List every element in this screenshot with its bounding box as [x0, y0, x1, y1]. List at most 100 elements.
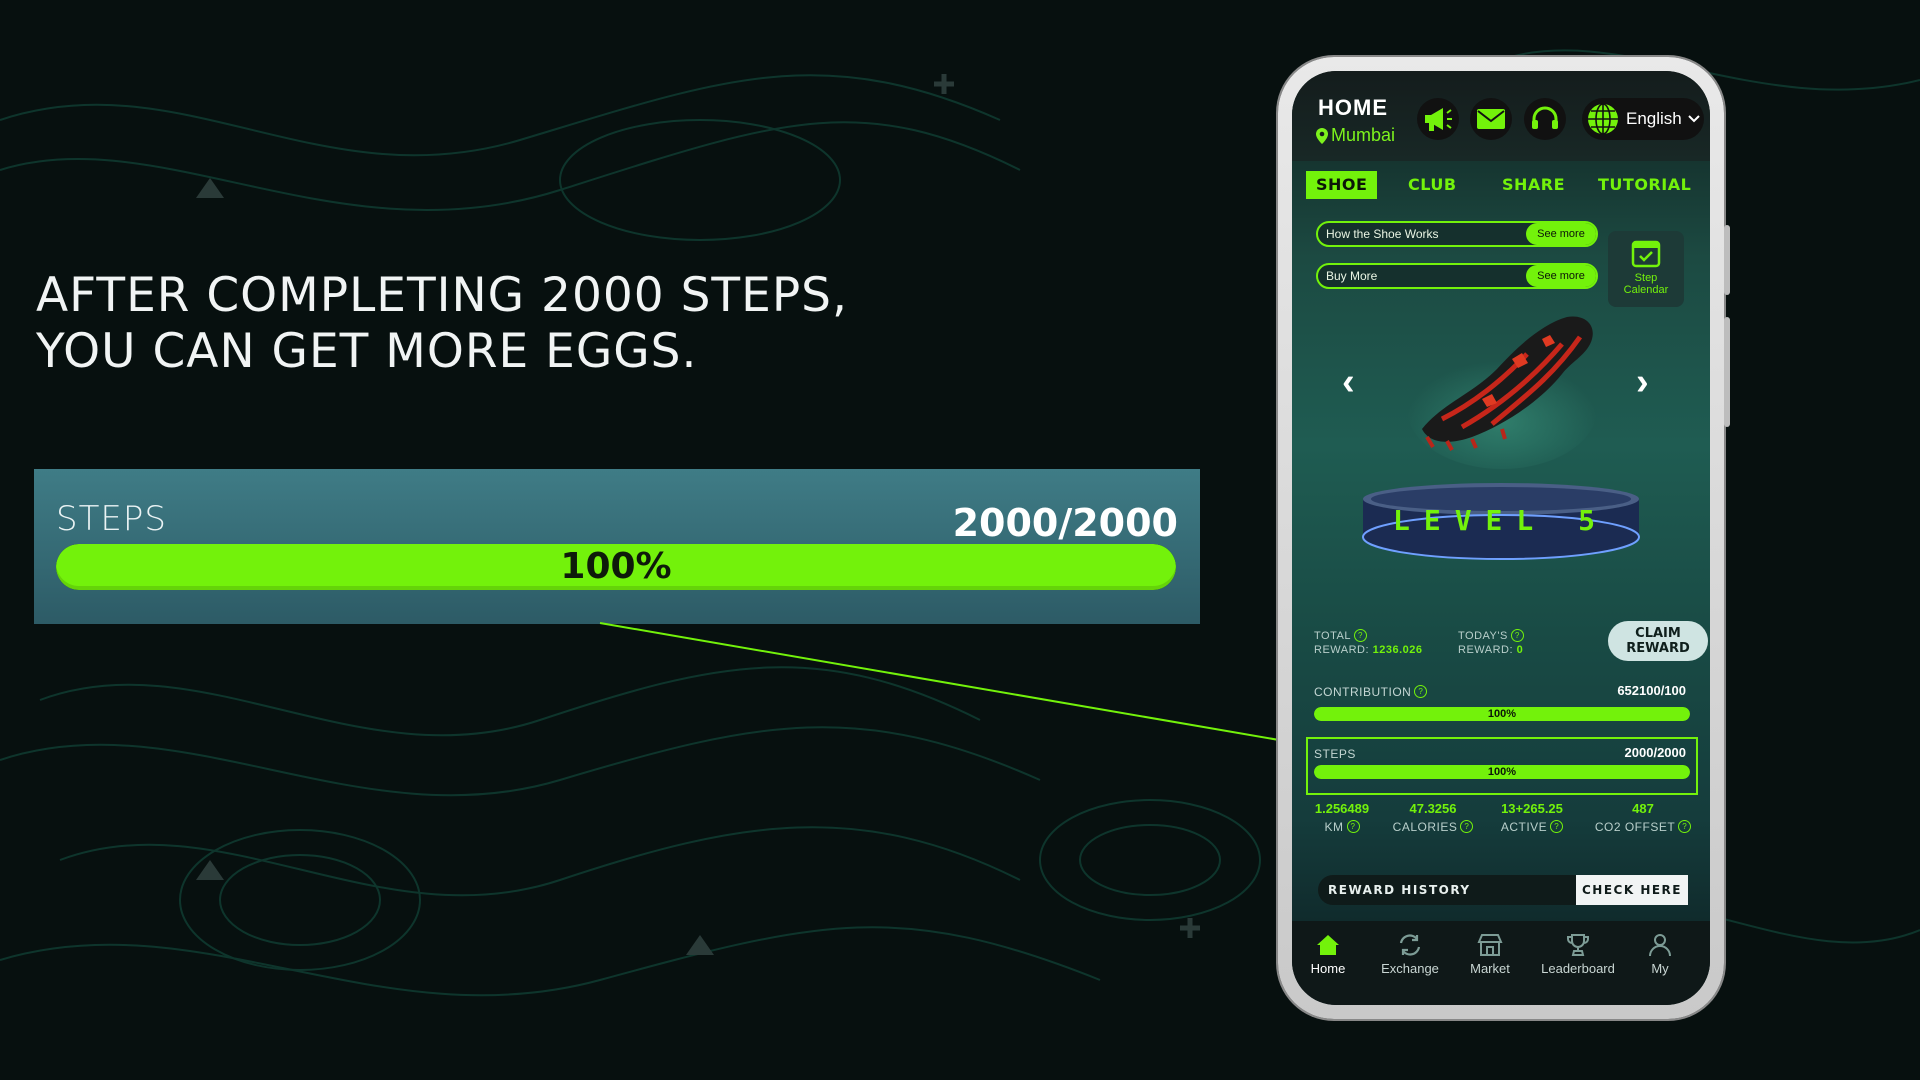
tab-share[interactable]: SHARE	[1502, 171, 1565, 199]
reward-history-bar: REWARD HISTORY CHECK HERE	[1318, 875, 1688, 905]
exchange-icon	[1399, 934, 1421, 956]
todays-reward-value: 0	[1516, 644, 1524, 656]
total-reward-value: 1236.026	[1372, 644, 1423, 656]
phone-power-button	[1724, 317, 1730, 427]
help-icon[interactable]: ?	[1414, 685, 1428, 698]
nav-exchange[interactable]: Exchange	[1370, 933, 1450, 976]
buy-more-row[interactable]: Buy More See more	[1316, 263, 1598, 289]
claim-label-1: CLAIM	[1635, 626, 1681, 641]
todays-reward-label-1: TODAY'S	[1458, 630, 1508, 642]
steps-zoom-panel: STEPS 2000/2000 100%	[34, 469, 1200, 624]
help-icon[interactable]: ?	[1346, 820, 1360, 833]
steps-progress-bar: 100%	[56, 544, 1176, 590]
tab-tutorial[interactable]: TUTORIAL	[1598, 171, 1691, 199]
metric-km-value: 1.256489	[1314, 801, 1370, 816]
metric-active-value: 13+265.25	[1501, 801, 1563, 816]
metric-calories-label: CALORIES	[1392, 820, 1458, 834]
nav-my-label: My	[1651, 961, 1669, 976]
claim-reward-button[interactable]: CLAIM REWARD	[1608, 621, 1708, 661]
phone-volume-button	[1724, 225, 1730, 295]
see-more-button[interactable]: See more	[1526, 223, 1596, 245]
metric-calories: 47.3256 CALORIES?	[1378, 801, 1488, 834]
todays-reward: TODAY'S? REWARD: 0	[1458, 629, 1524, 657]
app-header: HOME Mumbai English	[1292, 71, 1710, 161]
check-here-button[interactable]: CHECK HERE	[1576, 875, 1688, 905]
messages-button[interactable]	[1470, 98, 1512, 140]
phone-screen: HOME Mumbai English SHOE CLUB SHARE TUTO…	[1292, 71, 1710, 1005]
step-calendar-button[interactable]: Step Calendar	[1608, 231, 1684, 307]
nav-home[interactable]: Home	[1292, 933, 1368, 976]
contribution-label-text: CONTRIBUTION	[1314, 685, 1412, 699]
steps-value: 2000/2000	[952, 501, 1178, 545]
headline: AFTER COMPLETING 2000 STEPS, YOU CAN GET…	[36, 268, 848, 380]
steps-progress-percent: 100%	[560, 546, 672, 587]
reward-history-label: REWARD HISTORY	[1328, 883, 1471, 897]
language-label: English	[1626, 109, 1682, 128]
tab-club[interactable]: CLUB	[1408, 171, 1457, 199]
language-selector[interactable]: English	[1582, 98, 1704, 140]
contribution-label: CONTRIBUTION?	[1314, 685, 1428, 699]
how-shoe-works-row[interactable]: How the Shoe Works See more	[1316, 221, 1598, 247]
steps-progress-bar-small: 100%	[1314, 765, 1690, 779]
contribution-progress-bar: 100%	[1314, 707, 1690, 721]
tab-shoe[interactable]: SHOE	[1306, 171, 1378, 199]
market-icon	[1477, 934, 1503, 956]
help-icon[interactable]: ?	[1550, 820, 1564, 833]
total-reward: TOTAL? REWARD: 1236.026	[1314, 629, 1423, 657]
metric-km: 1.256489 KM?	[1302, 801, 1382, 834]
location-pin-icon	[1316, 127, 1328, 144]
steps-value-small: 2000/2000	[1624, 745, 1686, 760]
mail-icon	[1477, 109, 1505, 129]
metric-active: 13+265.25 ACTIVE?	[1482, 801, 1582, 834]
page-title: HOME	[1318, 95, 1388, 120]
help-icon[interactable]: ?	[1678, 820, 1692, 833]
headline-line-1: AFTER COMPLETING 2000 STEPS,	[36, 268, 848, 323]
chevron-left-icon[interactable]: ‹	[1342, 361, 1355, 404]
metric-co2-value: 487	[1632, 801, 1654, 816]
contribution-percent: 100%	[1487, 708, 1517, 720]
help-icon[interactable]: ?	[1353, 629, 1367, 642]
headset-icon	[1532, 106, 1558, 129]
metric-calories-value: 47.3256	[1409, 801, 1457, 816]
see-more-button[interactable]: See more	[1526, 265, 1596, 287]
metric-km-label: KM	[1324, 820, 1344, 834]
nav-my[interactable]: My	[1620, 933, 1700, 976]
nav-home-label: Home	[1310, 961, 1346, 976]
globe-icon	[1588, 103, 1618, 135]
how-shoe-works-label: How the Shoe Works	[1326, 227, 1439, 241]
nav-leaderboard[interactable]: Leaderboard	[1530, 933, 1626, 976]
todays-reward-label-2: REWARD:	[1458, 644, 1514, 656]
nav-exchange-label: Exchange	[1381, 961, 1439, 976]
steps-label-small: STEPS	[1314, 747, 1356, 761]
location-name: Mumbai	[1331, 125, 1396, 145]
tab-bar: SHOE CLUB SHARE TUTORIAL	[1292, 167, 1710, 201]
nav-leaderboard-label: Leaderboard	[1541, 961, 1615, 976]
calendar-label-2: Calendar	[1623, 284, 1669, 296]
home-icon	[1317, 935, 1339, 955]
phone-mockup: HOME Mumbai English SHOE CLUB SHARE TUTO…	[1278, 57, 1730, 1019]
nav-market-label: Market	[1470, 961, 1510, 976]
calendar-label-1: Step	[1634, 272, 1658, 284]
help-icon[interactable]: ?	[1510, 629, 1524, 642]
nav-market[interactable]: Market	[1450, 933, 1530, 976]
user-icon	[1649, 934, 1671, 957]
headline-line-2: YOU CAN GET MORE EGGS.	[36, 324, 698, 379]
total-reward-label-2: REWARD:	[1314, 644, 1370, 656]
announcements-button[interactable]	[1417, 98, 1459, 140]
total-reward-label-1: TOTAL	[1314, 630, 1351, 642]
shoe-level: LEVEL 5	[1392, 504, 1609, 537]
bottom-navigation: Home Exchange Market Leaderboard My	[1292, 921, 1710, 1005]
trophy-icon	[1567, 934, 1589, 956]
megaphone-icon	[1425, 108, 1452, 131]
claim-label-2: REWARD	[1626, 641, 1690, 656]
support-button[interactable]	[1524, 98, 1566, 140]
location[interactable]: Mumbai	[1316, 125, 1395, 146]
chevron-right-icon[interactable]: ›	[1636, 361, 1649, 404]
contribution-value: 652100/100	[1617, 683, 1686, 698]
help-icon[interactable]: ?	[1460, 820, 1474, 833]
metric-co2-offset: 487 CO2 OFFSET?	[1580, 801, 1706, 834]
metric-co2-label: CO2 OFFSET	[1594, 820, 1676, 834]
shoe-image	[1407, 316, 1597, 469]
calendar-check-icon	[1631, 240, 1661, 268]
buy-more-label: Buy More	[1326, 269, 1378, 283]
